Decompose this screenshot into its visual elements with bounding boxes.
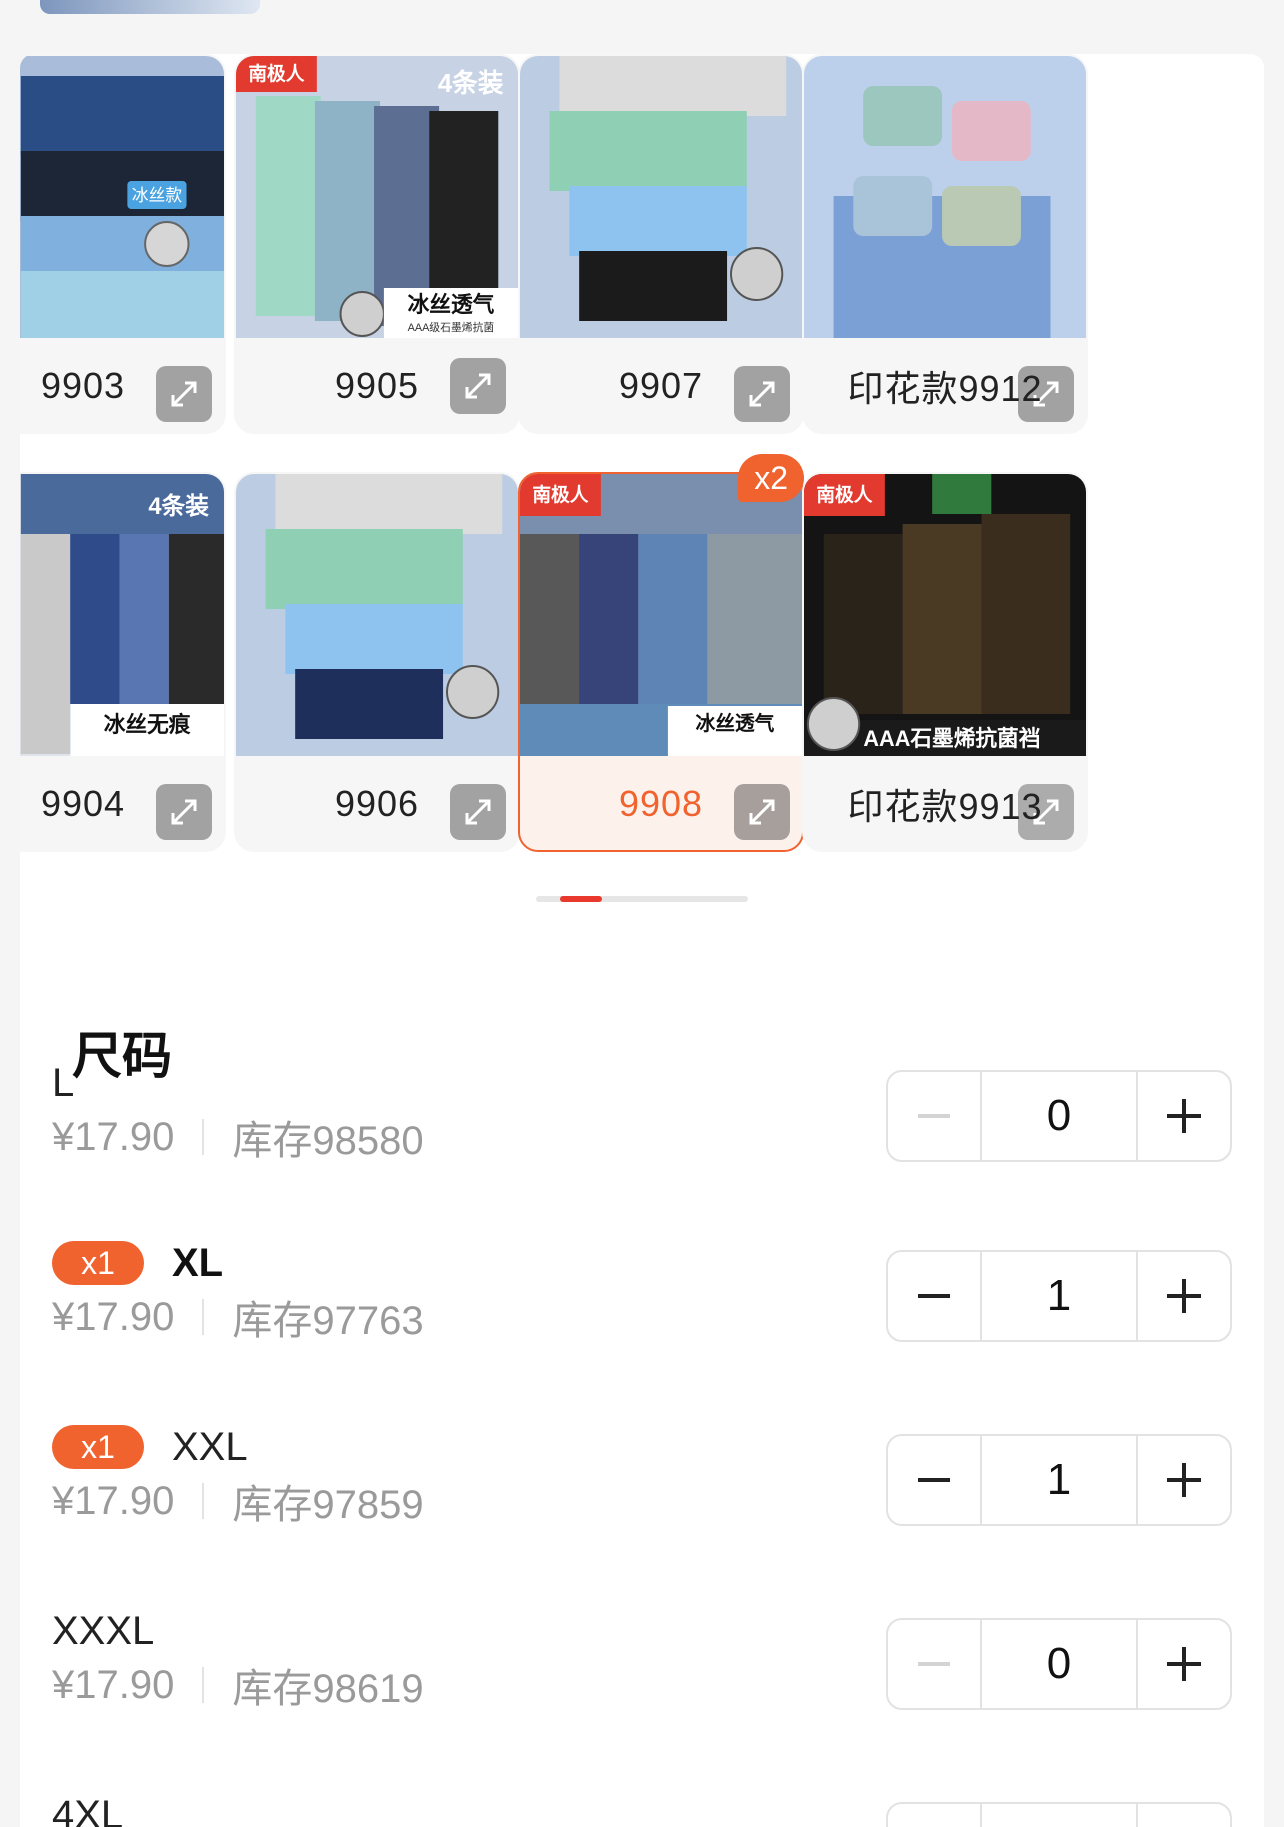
price-stock: ¥17.90 库存97859 (52, 1476, 424, 1528)
variant-label: 9903 (40, 365, 126, 406)
svg-text:冰丝无痕: 冰丝无痕 (104, 712, 191, 737)
previous-image-strip (0, 0, 1284, 52)
stock: 库存98580 (232, 1119, 424, 1163)
variant-card-9907[interactable]: 9907 (518, 54, 804, 434)
svg-text:4条装: 4条装 (148, 493, 209, 520)
variant-card-9904[interactable]: 4条装 冰丝无痕 9904 (20, 472, 226, 852)
variant-label: 9904 (40, 783, 126, 824)
svg-text:AAA级石墨烯抗菌: AAA级石墨烯抗菌 (408, 320, 495, 334)
variant-card-print-9913[interactable]: 南极人 AAA石墨烯抗菌裆 印花款9913 (802, 472, 1088, 852)
decrement-button[interactable] (888, 1436, 980, 1524)
quantity-value[interactable]: 0 (980, 1072, 1138, 1160)
variant-card-9905[interactable]: 南极人 4条装 冰丝透气 AAA级石墨烯抗菌 9905 (234, 54, 520, 434)
size-row-xxl: x1 XXL ¥17.90 库存97859 1 (20, 1422, 1264, 1542)
price: ¥17.90 (52, 1294, 175, 1339)
variant-thumb (236, 474, 518, 756)
increment-button[interactable] (1138, 1436, 1230, 1524)
price-stock: ¥17.90 库存98580 (52, 1112, 424, 1164)
decrement-button[interactable] (888, 1804, 980, 1827)
variant-card-print-9912[interactable]: 印花款9912 (802, 54, 1088, 434)
variant-thumb: 冰丝款 (20, 56, 224, 338)
size-count-badge: x1 (52, 1425, 144, 1469)
stock: 库存97859 (232, 1483, 424, 1527)
stock: 库存97763 (232, 1299, 424, 1343)
variant-thumb: 南极人 冰丝透气 (520, 474, 802, 756)
size-name: x1 XL (52, 1238, 223, 1288)
quantity-stepper: 0 (886, 1070, 1232, 1162)
divider (202, 1483, 205, 1519)
sku-panel: 冰丝款 9903 南极人 4条装 冰丝透气 AAA级石墨烯抗菌 9905 990… (20, 54, 1264, 1827)
increment-button[interactable] (1138, 1072, 1230, 1160)
svg-text:冰丝透气: 冰丝透气 (696, 712, 775, 735)
variant-thumb (804, 56, 1086, 338)
svg-text:南极人: 南极人 (816, 483, 872, 505)
quantity-value[interactable]: 1 (980, 1252, 1138, 1340)
svg-text:南极人: 南极人 (532, 483, 588, 505)
previous-image-peek (40, 0, 260, 14)
size-name: x1 XXL (52, 1422, 248, 1472)
price-stock: ¥17.90 库存98619 (52, 1660, 424, 1712)
decrement-button[interactable] (888, 1072, 980, 1160)
divider (202, 1299, 205, 1335)
variant-card-9908[interactable]: 南极人 冰丝透气 x2 9908 (518, 454, 804, 852)
size-count-badge: x1 (52, 1241, 144, 1285)
variant-label: 9907 (618, 365, 704, 406)
variant-label: 9906 (334, 783, 420, 824)
variant-label: 印花款9913 (847, 786, 1043, 827)
size-name: 4XL (52, 1792, 124, 1827)
svg-text:冰丝透气: 冰丝透气 (408, 292, 495, 317)
divider (202, 1119, 205, 1155)
svg-text:南极人: 南极人 (248, 62, 304, 84)
svg-text:AAA石墨烯抗菌裆: AAA石墨烯抗菌裆 (863, 726, 1040, 751)
size-row-xxxl: XXXL ¥17.90 库存98619 0 (20, 1606, 1264, 1726)
variant-label: 9908 (618, 783, 704, 824)
variant-thumb: 4条装 冰丝无痕 (20, 474, 224, 756)
variant-label: 9905 (334, 365, 420, 406)
price: ¥17.90 (52, 1662, 175, 1707)
quantity-value[interactable]: 0 (980, 1620, 1138, 1708)
variant-label: 印花款9912 (847, 368, 1043, 409)
price-stock: ¥17.90 库存97763 (52, 1292, 424, 1344)
size-row-4xl: 4XL (20, 1790, 1264, 1827)
divider (202, 1667, 205, 1703)
page-indicator-active (560, 896, 602, 902)
svg-text:冰丝款: 冰丝款 (132, 186, 182, 205)
variant-page-indicator (536, 896, 748, 902)
variant-thumb: 南极人 AAA石墨烯抗菌裆 (804, 474, 1086, 756)
variant-thumb (520, 56, 802, 338)
decrement-button[interactable] (888, 1252, 980, 1340)
quantity-stepper (886, 1802, 1232, 1827)
quantity-value[interactable]: 1 (980, 1436, 1138, 1524)
variant-thumb: 南极人 4条装 冰丝透气 AAA级石墨烯抗菌 (236, 56, 518, 338)
increment-button[interactable] (1138, 1804, 1230, 1827)
variant-card-9906[interactable]: 9906 (234, 472, 520, 852)
quantity-stepper: 0 (886, 1618, 1232, 1710)
increment-button[interactable] (1138, 1252, 1230, 1340)
variant-card-9903[interactable]: 冰丝款 9903 (20, 54, 226, 434)
increment-button[interactable] (1138, 1620, 1230, 1708)
quantity-value[interactable] (980, 1804, 1138, 1827)
price: ¥17.90 (52, 1114, 175, 1159)
price: ¥17.90 (52, 1478, 175, 1523)
size-name: XXXL (52, 1608, 155, 1653)
svg-text:4条装: 4条装 (438, 69, 504, 98)
size-row-l: L ¥17.90 库存98580 0 (20, 1058, 1264, 1178)
quantity-stepper: 1 (886, 1434, 1232, 1526)
decrement-button[interactable] (888, 1620, 980, 1708)
stock: 库存98619 (232, 1667, 424, 1711)
size-row-xl: x1 XL ¥17.90 库存97763 1 (20, 1238, 1264, 1358)
size-name: L (52, 1060, 75, 1105)
quantity-stepper: 1 (886, 1250, 1232, 1342)
selected-count-badge: x2 (738, 454, 804, 502)
variant-grid: 冰丝款 9903 南极人 4条装 冰丝透气 AAA级石墨烯抗菌 9905 990… (20, 54, 1264, 874)
